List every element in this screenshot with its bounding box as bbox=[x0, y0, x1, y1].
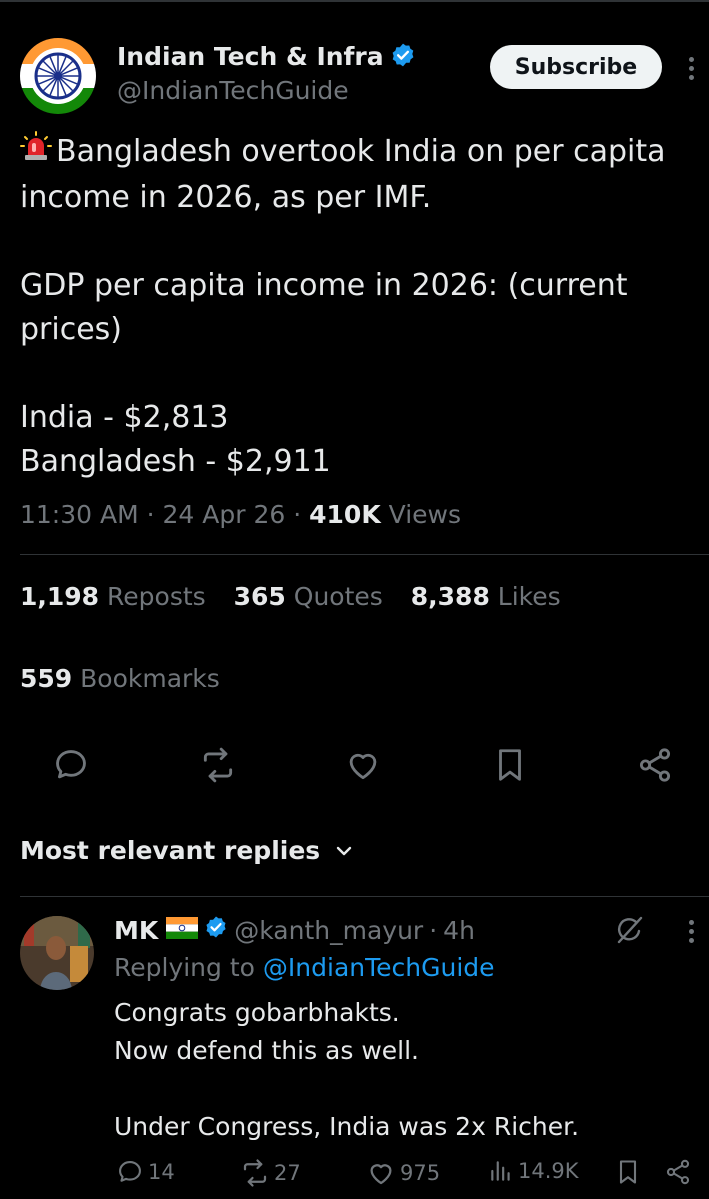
author-avatar[interactable] bbox=[20, 38, 96, 114]
reply-icon bbox=[119, 1161, 141, 1182]
reply-reposts-count: 27 bbox=[274, 1161, 301, 1185]
grok-icon[interactable] bbox=[614, 914, 646, 950]
replying-to-line: Replying to @IndianTechGuide bbox=[114, 953, 495, 982]
bookmarks-stat[interactable]: 559 Bookmarks bbox=[20, 664, 220, 693]
repost-button[interactable] bbox=[196, 743, 240, 787]
india-flag-icon bbox=[166, 916, 199, 945]
tweet-text: Bangladesh overtook India on per capita … bbox=[20, 134, 666, 479]
likes-count: 8,388 bbox=[410, 582, 490, 611]
replies-sort-dropdown[interactable]: Most relevant replies bbox=[20, 836, 354, 865]
divider bbox=[20, 896, 709, 897]
likes-stat[interactable]: 8,388 Likes bbox=[411, 582, 561, 611]
bookmarks-label: Bookmarks bbox=[80, 664, 220, 693]
reply-header: MK @kanth_mayur · 4h bbox=[114, 915, 475, 945]
reply-button[interactable] bbox=[49, 743, 93, 787]
quotes-stat[interactable]: 365 Quotes bbox=[234, 582, 383, 611]
reply-author-handle[interactable]: @kanth_mayur bbox=[234, 916, 423, 945]
verified-badge-icon bbox=[204, 915, 228, 945]
reply-share-button[interactable] bbox=[664, 1158, 696, 1186]
engagement-stats: 1,198 Reposts 365 Quotes 8,388 Likes bbox=[20, 582, 581, 611]
likes-label: Likes bbox=[497, 582, 561, 611]
more-vertical-icon[interactable] bbox=[682, 55, 702, 83]
replying-to-link[interactable]: @IndianTechGuide bbox=[263, 953, 495, 982]
reposts-stat[interactable]: 1,198 Reposts bbox=[20, 582, 206, 611]
separator-dot: · bbox=[429, 915, 438, 945]
replies-sort-label: Most relevant replies bbox=[20, 836, 321, 865]
author-handle[interactable]: @IndianTechGuide bbox=[117, 76, 349, 105]
chevron-down-icon bbox=[336, 846, 352, 855]
subscribe-button[interactable]: Subscribe bbox=[490, 45, 662, 89]
reply-time[interactable]: 4h bbox=[443, 916, 475, 945]
bookmark-icon bbox=[499, 749, 521, 781]
reply-body: Congrats gobarbhakts. Now defend this as… bbox=[114, 998, 580, 1141]
bookmarks-count: 559 bbox=[20, 664, 73, 693]
quotes-label: Quotes bbox=[293, 582, 383, 611]
tweet-time[interactable]: 11:30 AM bbox=[20, 500, 139, 529]
heart-icon bbox=[349, 753, 377, 780]
reply-avatar[interactable] bbox=[20, 916, 94, 990]
author-name[interactable]: Indian Tech & Infra bbox=[117, 42, 384, 71]
reply-icon bbox=[56, 750, 86, 779]
views-label: Views bbox=[388, 500, 462, 529]
views-count: 410K bbox=[309, 500, 381, 529]
reply-repost-button[interactable]: 27 bbox=[240, 1158, 301, 1188]
reply-reply-button[interactable]: 14 bbox=[116, 1158, 175, 1186]
bookmark-icon bbox=[619, 1160, 637, 1184]
reply-replies-count: 14 bbox=[148, 1160, 175, 1184]
replying-prefix: Replying to bbox=[114, 953, 255, 982]
reply-likes-count: 975 bbox=[400, 1161, 441, 1185]
reply-author-name[interactable]: MK bbox=[114, 916, 158, 945]
bookmark-button[interactable] bbox=[488, 743, 532, 787]
verified-badge-icon bbox=[390, 42, 416, 74]
reposts-label: Reposts bbox=[107, 582, 206, 611]
repost-icon bbox=[203, 747, 233, 783]
divider bbox=[20, 554, 709, 555]
author-name-row[interactable]: Indian Tech & Infra bbox=[117, 42, 416, 74]
reply-views-count: 14.9K bbox=[518, 1159, 579, 1183]
repost-icon bbox=[243, 1159, 267, 1187]
reply-like-button[interactable]: 975 bbox=[366, 1158, 440, 1188]
tweet-body: Bangladesh overtook India on per capita … bbox=[20, 130, 700, 484]
reply-bookmark-button[interactable] bbox=[614, 1158, 646, 1186]
share-button[interactable] bbox=[633, 743, 677, 787]
like-button[interactable] bbox=[341, 743, 385, 787]
reposts-count: 1,198 bbox=[20, 582, 100, 611]
reply-views-button[interactable]: 14.9K bbox=[488, 1158, 579, 1184]
share-icon bbox=[639, 748, 671, 782]
heart-icon bbox=[370, 1164, 392, 1185]
analytics-icon bbox=[491, 1161, 510, 1181]
top-divider bbox=[0, 0, 709, 12]
tweet-meta: 11:30 AM · 24 Apr 26 · 410K Views bbox=[20, 500, 462, 529]
tweet-date[interactable]: 24 Apr 26 bbox=[163, 500, 286, 529]
share-icon bbox=[666, 1159, 690, 1185]
quotes-count: 365 bbox=[233, 582, 286, 611]
siren-emoji-icon bbox=[20, 131, 52, 176]
reply-more-icon[interactable] bbox=[682, 918, 702, 946]
